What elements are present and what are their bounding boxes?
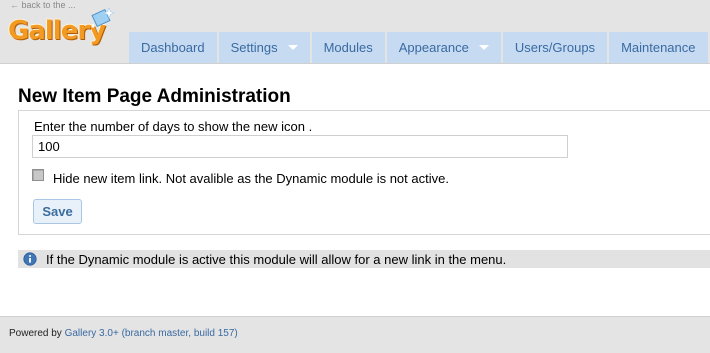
menu-label: Appearance (398, 40, 469, 55)
menu-users-groups[interactable]: Users/Groups (502, 32, 608, 63)
footer-prefix: Powered by (9, 328, 65, 339)
footer-text: Powered by Gallery 3.0+ (branch master, … (9, 328, 238, 339)
dropdown-arrow-icon (478, 45, 489, 50)
days-input[interactable] (32, 135, 568, 158)
sparkle-icon (91, 7, 115, 28)
gallery-logo[interactable]: Gallery (8, 6, 115, 50)
menu-maintenance[interactable]: Maintenance (609, 32, 708, 63)
dropdown-arrow-icon (287, 45, 298, 50)
menu-label: Dashboard (141, 40, 205, 55)
menu-label: Settings (230, 40, 278, 55)
save-button[interactable]: Save (33, 199, 82, 224)
hide-link-checkbox[interactable] (32, 169, 44, 181)
header: ← back to the ... Gallery Dashboard Sett… (0, 0, 710, 64)
admin-menu: Dashboard Settings Modules Appearance Us… (129, 32, 708, 63)
footer: Powered by Gallery 3.0+ (branch master, … (0, 316, 710, 353)
gallery-version-link[interactable]: Gallery 3.0+ (branch master, build 157) (65, 328, 238, 339)
menu-modules[interactable]: Modules (311, 32, 385, 63)
menu-label: Maintenance (621, 40, 696, 55)
menu-dashboard[interactable]: Dashboard (129, 32, 217, 63)
menu-label: Modules (323, 40, 373, 55)
menu-label: Users/Groups (514, 40, 596, 55)
info-text: If the Dynamic module is active this mod… (46, 251, 507, 267)
menu-appearance[interactable]: Appearance (386, 32, 501, 63)
info-message: If the Dynamic module is active this mod… (18, 250, 710, 268)
page-title: New Item Page Administration (18, 86, 291, 107)
menu-settings[interactable]: Settings (218, 32, 310, 63)
info-icon (23, 252, 37, 266)
hide-link-label: Hide new item link. Not avalible as the … (53, 171, 449, 186)
days-label: Enter the number of days to show the new… (34, 119, 313, 134)
